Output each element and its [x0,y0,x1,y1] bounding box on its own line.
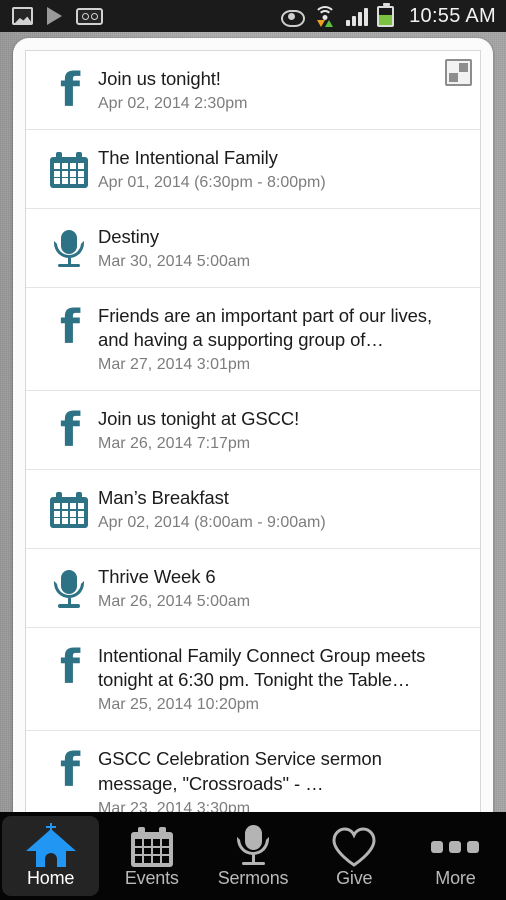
feed-item-title: Man’s Breakfast [98,487,229,509]
tab-home[interactable]: Home [2,816,100,896]
facebook-icon: f [59,743,80,798]
feed-item-text: Man’s Breakfast Apr 02, 2014 (8:00am - 9:… [98,486,466,533]
feed-item-title: Friends are an important part of our liv… [98,305,432,351]
tab-icon-wrap [25,823,76,867]
feed-item-title: Thrive Week 6 [98,566,216,588]
tab-icon-wrap [431,823,480,867]
status-bar: 10:55 AM [0,0,506,32]
activity-feed-list[interactable]: f Join us tonight! Apr 02, 2014 2:30pm The … [26,51,480,812]
feed-item[interactable]: Man’s Breakfast Apr 02, 2014 (8:00am - 9:… [26,470,480,550]
feed-item-text: Thrive Week 6 Mar 26, 2014 5:00am [98,565,466,612]
battery-icon [377,2,395,27]
tab-sermons[interactable]: Sermons [204,816,301,896]
microphone-icon [235,825,271,867]
feed-item-title: GSCC Celebration Service sermon message,… [98,748,382,794]
tab-give[interactable]: Give [306,816,403,896]
feed-item-text: Join us tonight at GSCC! Mar 26, 2014 7:1… [98,407,466,454]
feed-item[interactable]: Destiny Mar 30, 2014 5:00am [26,209,480,289]
tab-more[interactable]: More [407,816,504,896]
device-frame: f Join us tonight! Apr 02, 2014 2:30pm The … [0,32,506,812]
calendar-icon [130,827,173,867]
feed-item-date: Mar 27, 2014 3:01pm [98,356,251,374]
clock: 10:55 AM [409,4,496,27]
tab-icon-wrap [235,823,271,867]
feed-item-icon: f [40,63,98,117]
feed-item-title: Destiny [98,226,159,248]
feed-card: f Join us tonight! Apr 02, 2014 2:30pm The … [25,50,481,812]
status-bar-right: 10:55 AM [280,2,496,28]
feed-item[interactable]: f Friends are an important part of our li… [26,288,480,392]
feed-item-title: The Intentional Family [98,147,278,169]
tab-events[interactable]: Events [103,816,200,896]
feed-item-icon: f [40,300,98,355]
signal-icon [346,7,369,26]
facebook-icon: f [59,63,80,117]
tab-label: Events [124,868,179,888]
gallery-icon [12,7,33,25]
tab-icon-wrap [331,823,377,867]
feed-item-date: Mar 26, 2014 7:17pm [98,435,251,453]
feed-item-date: Apr 02, 2014 (8:00am - 9:00am) [98,514,326,532]
app-window: f Join us tonight! Apr 02, 2014 2:30pm The … [13,38,493,812]
resize-handle-icon[interactable] [445,59,472,86]
feed-item[interactable]: f GSCC Celebration Service sermon message… [26,731,480,812]
tab-icon-wrap [130,823,173,867]
heart-icon [331,827,377,867]
tab-label: Sermons [217,868,289,888]
feed-item-date: Mar 25, 2014 10:20pm [98,696,259,714]
feed-item[interactable]: f Join us tonight at GSCC! Mar 26, 2014 7:… [26,391,480,471]
feed-item-text: GSCC Celebration Service sermon message,… [98,747,466,812]
calendar-icon [50,492,88,529]
feed-item-icon [40,565,98,608]
microphone-icon [52,570,86,608]
feed-item-date: Mar 23, 2014 3:30pm [98,799,251,812]
facebook-icon: f [59,640,80,695]
church-icon [25,823,76,867]
wifi-icon [313,6,337,27]
microphone-icon [52,230,86,268]
feed-item-icon: f [40,640,98,695]
ellipsis-icon [431,827,480,867]
feed-item-date: Apr 01, 2014 (6:30pm - 8:00pm) [98,174,326,192]
voicemail-icon [76,7,103,25]
feed-item-icon: f [40,403,98,458]
feed-item-icon [40,225,98,268]
feed-item-icon: f [40,743,98,798]
feed-item[interactable]: f Intentional Family Connect Group meets … [26,628,480,732]
feed-item[interactable]: The Intentional Family Apr 01, 2014 (6:30… [26,130,480,210]
tab-label: Give [336,868,373,888]
feed-item-title: Join us tonight! [98,68,221,89]
feed-item-title: Join us tonight at GSCC! [98,408,300,430]
feed-item-date: Apr 02, 2014 2:30pm [98,95,248,113]
feed-item-icon [40,486,98,529]
eye-icon [280,9,306,27]
bottom-tab-bar[interactable]: Home Events Sermons Give More [0,812,506,900]
tab-label: Home [26,868,75,888]
status-bar-left [12,7,103,25]
feed-item-text: The Intentional Family Apr 01, 2014 (6:30… [98,146,466,193]
facebook-icon: f [59,300,80,355]
feed-item-text: Friends are an important part of our liv… [98,304,466,375]
feed-item[interactable]: f Join us tonight! Apr 02, 2014 2:30pm [26,51,480,131]
feed-item-date: Mar 30, 2014 5:00am [98,253,251,271]
feed-item[interactable]: Thrive Week 6 Mar 26, 2014 5:00am [26,549,480,629]
tab-label: More [435,868,476,888]
feed-item-text: Intentional Family Connect Group meets t… [98,644,466,715]
feed-item-icon [40,146,98,189]
feed-item-text: Join us tonight! Apr 02, 2014 2:30pm [98,67,466,114]
calendar-icon [50,152,88,189]
feed-item-title: Intentional Family Connect Group meets t… [98,645,426,691]
feed-item-date: Mar 26, 2014 5:00am [98,593,251,611]
facebook-icon: f [59,403,80,458]
feed-item-text: Destiny Mar 30, 2014 5:00am [98,225,466,272]
play-icon [47,7,62,25]
